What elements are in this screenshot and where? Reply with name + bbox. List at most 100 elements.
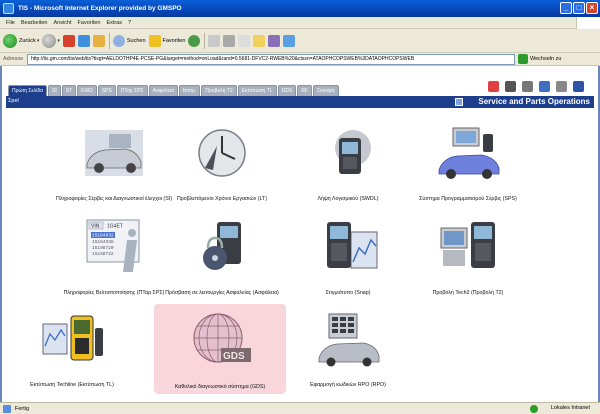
print-button[interactable] bbox=[223, 34, 236, 47]
module-tabs: Πρώτη Σελίδα SI ST EWD SPS ΠΤαρ ΣΡΣ Ασφά… bbox=[8, 85, 340, 96]
tile-tl-print[interactable]: Εκτύπωση Techline (Εκτύπωση TL) bbox=[2, 302, 142, 392]
print-icon bbox=[223, 34, 236, 47]
car-service-icon bbox=[85, 130, 143, 176]
menu-view[interactable]: Ansicht bbox=[53, 20, 71, 26]
page-title: Service and Parts Operations bbox=[478, 97, 590, 106]
tile-label: Εφαρμογή κωδικών RPO (RPO) bbox=[310, 382, 386, 388]
chart-icon[interactable] bbox=[488, 81, 499, 92]
edit-button[interactable] bbox=[238, 34, 251, 47]
tab-summary[interactable]: Σύνοψη bbox=[313, 85, 339, 96]
menu-tools[interactable]: Extras bbox=[106, 20, 122, 26]
tab-st[interactable]: ST bbox=[61, 85, 77, 96]
tile-label: Πρόσβαση σε λειτουργίες Ασφαλείας (Ασφάλ… bbox=[165, 290, 279, 296]
tab-security[interactable]: Ασφάλεια bbox=[148, 85, 178, 96]
disk-icon[interactable] bbox=[539, 81, 550, 92]
exit-icon[interactable] bbox=[573, 81, 584, 92]
forward-arrow-icon bbox=[42, 33, 57, 48]
vin-line: 15184932 bbox=[92, 233, 114, 239]
tab-home[interactable]: Πρώτη Σελίδα bbox=[8, 85, 48, 96]
tab-gds[interactable]: GDS bbox=[277, 85, 297, 96]
tile-label: Στιγμιότυπο (Snap) bbox=[325, 290, 371, 296]
tile-sps[interactable]: Σύστημα Προγραμματισμού Σέρβις (SPS) bbox=[398, 116, 538, 206]
page-content: Πρώτη Σελίδα SI ST EWD SPS ΠΤαρ ΣΡΣ Ασφά… bbox=[0, 66, 600, 402]
tab-ewd[interactable]: EWD bbox=[77, 85, 97, 96]
messenger-button[interactable] bbox=[283, 34, 296, 47]
vin-label: VIN bbox=[91, 224, 100, 230]
tile-lt[interactable]: Προβλεπόμενοι Χρόνοι Εργασιών (LT) bbox=[152, 116, 292, 206]
header-bar: Σpel Service and Parts Operations bbox=[6, 96, 594, 108]
tile-label: Προβλεπόμενοι Χρόνοι Εργασιών (LT) bbox=[176, 196, 268, 202]
back-button[interactable]: Zurück ▾ bbox=[3, 33, 40, 48]
tile-gds[interactable]: GDS Καθολικό διαγνωστικό σύστημα (GDS) bbox=[154, 304, 286, 394]
tile-label: Καθολικό διαγνωστικό σύστημα (GDS) bbox=[174, 384, 266, 390]
window-title: TIS - Microsoft Internet Explorer provid… bbox=[18, 5, 182, 12]
tab-t2-view[interactable]: Προβολή T2 bbox=[201, 85, 237, 96]
stop-icon bbox=[62, 34, 75, 47]
tab-history[interactable]: Ιστορ. bbox=[178, 85, 201, 96]
windows-logo-icon bbox=[576, 17, 600, 29]
tile-security[interactable]: Πρόσβαση σε λειτουργίες Ασφαλείας (Ασφάλ… bbox=[152, 210, 292, 300]
minimize-button[interactable]: _ bbox=[560, 2, 572, 14]
favorites-button[interactable]: Favoriten bbox=[148, 34, 185, 47]
menu-edit[interactable]: Bearbeiten bbox=[21, 20, 48, 26]
go-button[interactable]: Wechseln zu bbox=[530, 56, 561, 62]
menubar: File Bearbeiten Ansicht Favoriten Extras… bbox=[0, 17, 600, 29]
history-icon bbox=[188, 34, 201, 47]
rpo-car-icon bbox=[318, 313, 380, 367]
toolbar-separator bbox=[204, 32, 206, 49]
techline-print-icon bbox=[42, 315, 103, 361]
chevron-down-icon: ▾ bbox=[36, 37, 40, 44]
mail-button[interactable] bbox=[208, 34, 221, 47]
spo-logo-icon bbox=[455, 98, 463, 106]
stop-button[interactable] bbox=[62, 34, 75, 47]
tile-rpo[interactable]: Εφαρμογή κωδικών RPO (RPO) bbox=[278, 302, 418, 392]
tile-swdl[interactable]: Λήψη Λογισμικού (SWDL) bbox=[278, 116, 418, 206]
window-titlebar[interactable]: TIS - Microsoft Internet Explorer provid… bbox=[0, 0, 600, 17]
ie-app-icon bbox=[3, 3, 14, 14]
page-icon bbox=[3, 404, 11, 413]
security-lock-icon bbox=[203, 222, 241, 270]
scan-tool-icon[interactable] bbox=[505, 81, 516, 92]
labor-time-clock-icon bbox=[198, 129, 246, 177]
menu-help[interactable]: ? bbox=[128, 20, 131, 26]
home-button[interactable] bbox=[92, 34, 105, 47]
tab-rf[interactable]: RF bbox=[297, 85, 313, 96]
refresh-button[interactable] bbox=[77, 34, 90, 47]
tile-t2-view[interactable]: Προβολή Tech2 (Προβολή T2) bbox=[398, 210, 538, 300]
maximize-button[interactable]: □ bbox=[573, 2, 585, 14]
help-icon[interactable] bbox=[556, 81, 567, 92]
address-input[interactable]: http://tis.gm.com/tis/web/tis?tisgt=AELD… bbox=[27, 53, 515, 65]
close-button[interactable]: × bbox=[586, 2, 598, 14]
research-button[interactable] bbox=[268, 34, 281, 47]
forward-button[interactable]: ▾ bbox=[42, 33, 60, 48]
discuss-button[interactable] bbox=[253, 34, 266, 47]
refresh-icon bbox=[77, 34, 90, 47]
tab-ptar[interactable]: ΠΤαρ ΣΡΣ bbox=[116, 85, 148, 96]
edit-page-icon bbox=[238, 34, 251, 47]
scan-tool-download-icon bbox=[335, 130, 371, 174]
go-arrow-icon[interactable] bbox=[518, 54, 528, 64]
menu-favorites[interactable]: Favoriten bbox=[78, 20, 101, 26]
tile-snap[interactable]: Στιγμιότυπο (Snap) bbox=[278, 210, 418, 300]
address-bar: Adresse http://tis.gm.com/tis/web/tis?ti… bbox=[0, 53, 600, 66]
address-label: Adresse bbox=[3, 56, 24, 62]
user-icon[interactable] bbox=[522, 81, 533, 92]
history-button[interactable] bbox=[188, 34, 201, 47]
search-button[interactable]: Suchen bbox=[112, 34, 146, 47]
tab-sps[interactable]: SPS bbox=[97, 85, 116, 96]
home-icon bbox=[92, 34, 105, 47]
gds-badge: GDS bbox=[223, 351, 245, 362]
menu-file[interactable]: File bbox=[6, 20, 15, 26]
browser-toolbar: Zurück ▾ ▾ Suchen Favoriten bbox=[0, 29, 600, 53]
tile-label: Προβολή Tech2 (Προβολή T2) bbox=[432, 290, 504, 296]
vin-line: 15184938 bbox=[92, 239, 114, 245]
star-icon bbox=[148, 34, 161, 47]
toolbar-separator bbox=[108, 32, 110, 49]
research-icon bbox=[268, 34, 281, 47]
gds-globe-icon: GDS bbox=[193, 313, 251, 363]
mail-icon bbox=[208, 34, 221, 47]
tab-tl-print[interactable]: Εκτύπωση TL bbox=[237, 85, 277, 96]
chevron-down-icon: ▾ bbox=[57, 37, 60, 44]
messenger-icon bbox=[283, 34, 296, 47]
tab-si[interactable]: SI bbox=[48, 85, 61, 96]
